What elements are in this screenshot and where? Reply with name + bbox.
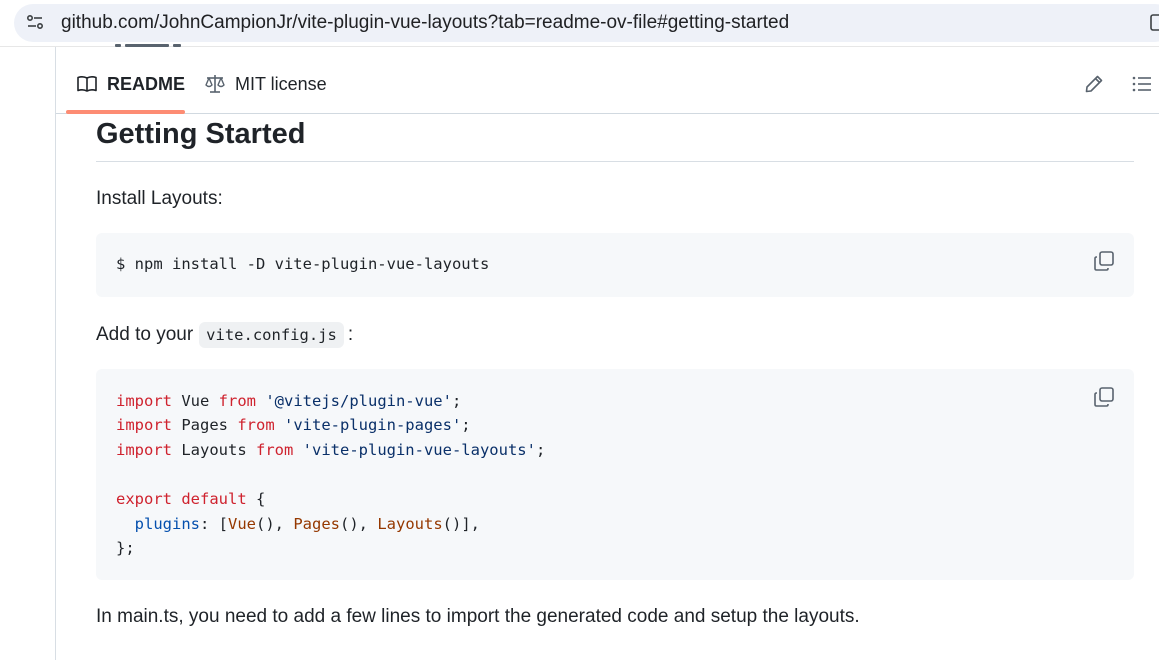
- list-unordered-icon[interactable]: [1130, 72, 1154, 96]
- tune-icon[interactable]: [26, 13, 44, 31]
- copy-icon[interactable]: [1092, 385, 1116, 409]
- install-command: $ npm install -D vite-plugin-vue-layouts: [116, 255, 490, 273]
- scale-icon: [205, 75, 225, 93]
- tab-readme[interactable]: README: [76, 54, 185, 114]
- main-ts-text: In main.ts, you need to add a few lines …: [96, 606, 860, 627]
- pencil-icon[interactable]: [1082, 72, 1106, 96]
- tab-license-label: MIT license: [235, 73, 327, 94]
- getting-started-heading: Getting Started: [96, 118, 306, 150]
- inline-code-filename: vite.config.js: [199, 322, 344, 348]
- heading-rule: [96, 161, 1134, 162]
- code-line-5: export default {: [116, 490, 266, 508]
- side-panel-icon[interactable]: [1150, 14, 1159, 31]
- cutoff-text-fragment: [115, 40, 195, 54]
- install-text: Install Layouts:: [96, 188, 223, 209]
- add-to-suffix: :: [347, 324, 354, 345]
- config-code-block: import Vue from '@vitejs/plugin-vue'; im…: [96, 369, 1134, 580]
- code-line-1: import Vue from '@vitejs/plugin-vue';: [116, 392, 462, 410]
- tab-readme-label: README: [107, 73, 186, 94]
- url-text[interactable]: github.com/JohnCampionJr/vite-plugin-vue…: [61, 12, 789, 34]
- install-code-block: $ npm install -D vite-plugin-vue-layouts: [96, 233, 1134, 297]
- add-to-prefix: Add to your: [96, 324, 194, 345]
- left-gutter-divider: [55, 47, 56, 660]
- code-line-6: plugins: [Vue(), Pages(), Layouts()],: [134, 515, 480, 533]
- code-line-2: import Pages from 'vite-plugin-pages';: [116, 416, 471, 434]
- book-icon: [77, 76, 97, 92]
- tab-license[interactable]: MIT license: [204, 54, 327, 114]
- code-line-7: };: [116, 539, 135, 557]
- copy-icon[interactable]: [1092, 249, 1116, 273]
- readme-tabs-header: README MIT license: [56, 54, 1159, 114]
- code-line-3: import Layouts from 'vite-plugin-vue-lay…: [116, 441, 546, 459]
- add-to-config-text: Add to your vite.config.js :: [96, 322, 353, 348]
- active-tab-indicator: [66, 110, 185, 114]
